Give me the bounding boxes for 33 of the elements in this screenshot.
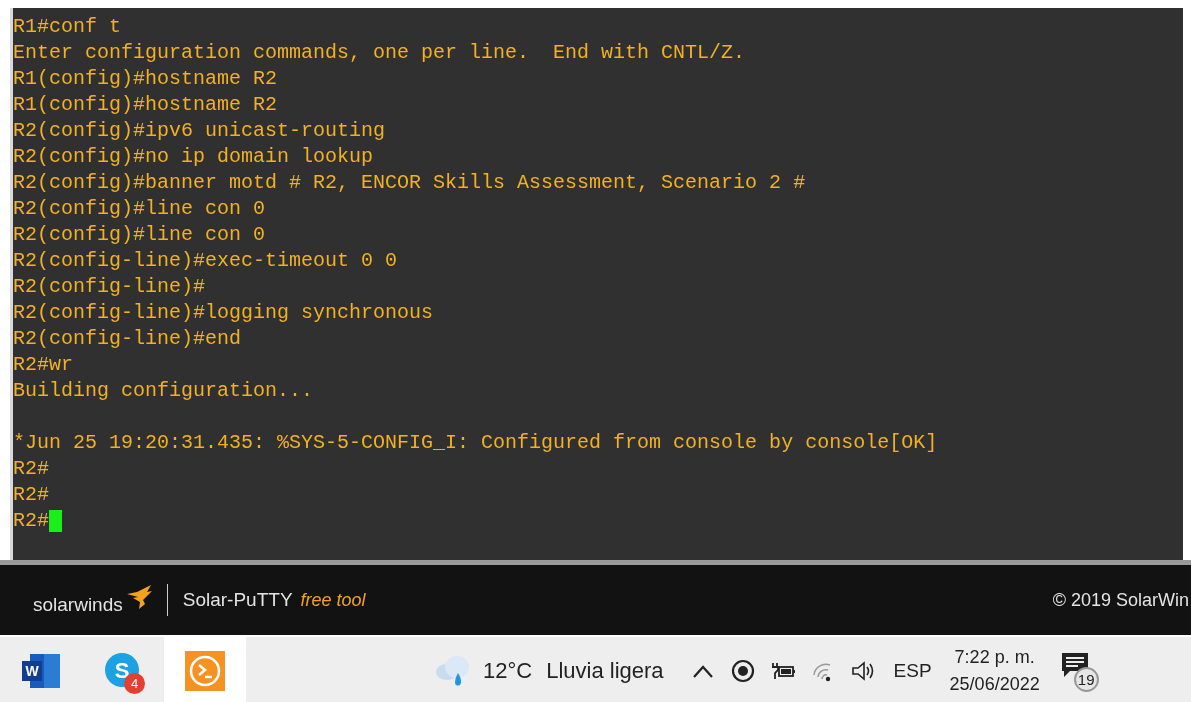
- terminal-line: R1#conf t: [13, 14, 122, 40]
- record-icon[interactable]: [729, 658, 756, 683]
- terminal-line: R2(config-line)#exec-timeout 0 0: [13, 248, 398, 274]
- taskbar-app-button[interactable]: W: [0, 637, 82, 702]
- terminal-line: R2(config-line)#end: [13, 326, 242, 352]
- terminal-panel[interactable]: [10, 8, 1183, 560]
- terminal-line: R2#wr: [13, 352, 73, 378]
- terminal-line: R2(config)#banner motd # R2, ENCOR Skills Assessment, Scenario 2 #: [13, 170, 806, 196]
- terminal-line: R2(config-line)#: [13, 274, 206, 300]
- brand-logo-text: solarwinds: [33, 594, 123, 616]
- terminal-line: R2(config)#line con 0: [13, 196, 266, 222]
- terminal-line: R2(config)#no ip domain lookup: [13, 144, 374, 170]
- weather-condition[interactable]: Lluvia ligera: [546, 657, 664, 684]
- terminal-app-icon: [184, 649, 226, 692]
- temperature[interactable]: 12°C: [483, 657, 533, 684]
- terminal-line: Building configuration...: [13, 378, 314, 404]
- clock[interactable]: 7:22 p. m. 25/06/2022: [949, 646, 1040, 695]
- copyright-text: © 2019 SolarWin: [1052, 589, 1189, 611]
- terminal-line: R2#: [13, 456, 49, 482]
- terminal-line: Enter configuration commands, one per line. End with CNTL/Z.: [13, 40, 746, 66]
- terminal-line: R2(config)#line con 0: [13, 222, 266, 248]
- terminal-line: R1(config)#hostname R2: [13, 92, 278, 118]
- product-name: Solar-PuTTY: [182, 589, 293, 611]
- terminal-line: R2(config-line)#logging synchronous: [13, 300, 434, 326]
- terminal-line: R2#: [13, 508, 49, 534]
- tagline: free tool: [300, 589, 366, 611]
- terminal-line: R2#: [13, 482, 49, 508]
- notification-button[interactable]: 19: [1061, 648, 1102, 693]
- language-indicator[interactable]: ESP: [893, 659, 932, 682]
- terminal-line: *Jun 25 19:20:31.435: %SYS-5-CONFIG_I: Configured from console by console[OK]: [13, 430, 938, 456]
- terminal-line: R2(config)#ipv6 unicast-routing: [13, 118, 386, 144]
- notification-count: 19: [1073, 666, 1099, 692]
- terminal-line: R1(config)#hostname R2: [13, 66, 278, 92]
